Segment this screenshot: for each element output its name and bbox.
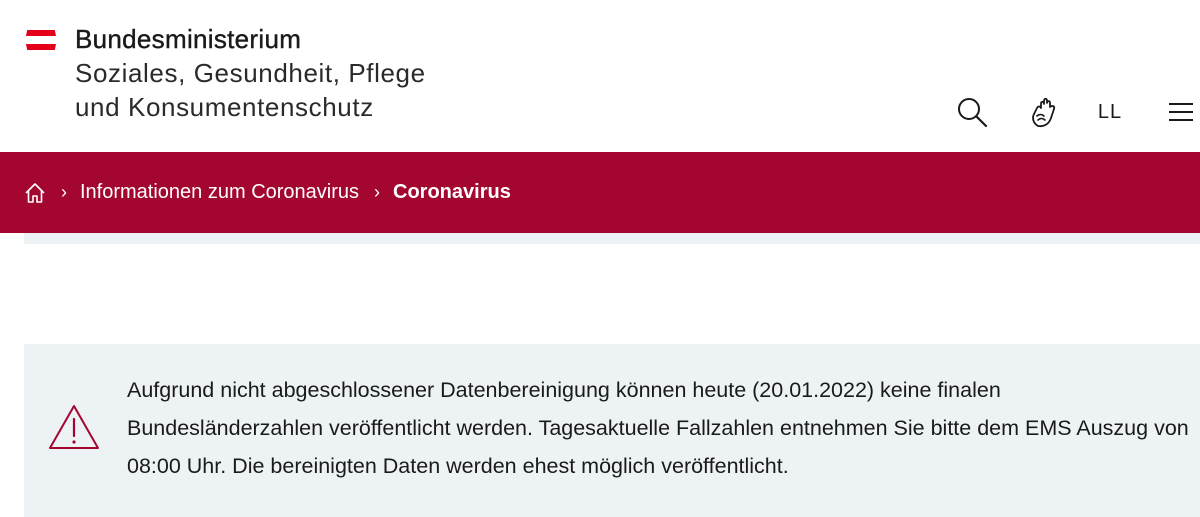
notice-text: Aufgrund nicht abgeschlossener Datenbere… xyxy=(127,378,1189,478)
menu-button[interactable] xyxy=(1160,90,1200,134)
breadcrumb-item-informationen[interactable]: Informationen zum Coronavirus xyxy=(80,181,359,204)
site-header: Bundesministerium Soziales, Gesundheit, … xyxy=(0,0,1200,152)
breadcrumb: › Informationen zum Coronavirus › Corona… xyxy=(0,152,1200,233)
ministry-line-1: Soziales, Gesundheit, Pflege xyxy=(75,58,426,88)
ministry-title: Bundesministerium xyxy=(75,24,302,54)
breadcrumb-shadow-strip xyxy=(24,233,1200,244)
search-button[interactable] xyxy=(952,90,992,134)
warning-triangle-icon xyxy=(49,405,99,449)
sign-language-icon xyxy=(1032,97,1056,128)
breadcrumb-item-current: Coronavirus xyxy=(393,181,511,203)
ministry-line-2: und Konsumentenschutz xyxy=(75,92,374,122)
chevron-right-icon: › xyxy=(374,182,381,202)
breadcrumb-home-link[interactable] xyxy=(24,182,46,204)
sign-language-button[interactable] xyxy=(1024,90,1064,134)
ministry-name[interactable]: Bundesministerium Soziales, Gesundheit, … xyxy=(75,22,426,124)
warning-notice-box: Aufgrund nicht abgeschlossener Datenbere… xyxy=(24,344,1200,517)
search-icon xyxy=(958,98,988,128)
chevron-right-icon: › xyxy=(61,182,67,202)
easy-language-button[interactable]: LL xyxy=(1088,90,1132,134)
hamburger-menu-icon xyxy=(1169,103,1193,121)
austrian-flag-logo-icon[interactable] xyxy=(26,30,56,50)
home-icon xyxy=(25,182,45,203)
